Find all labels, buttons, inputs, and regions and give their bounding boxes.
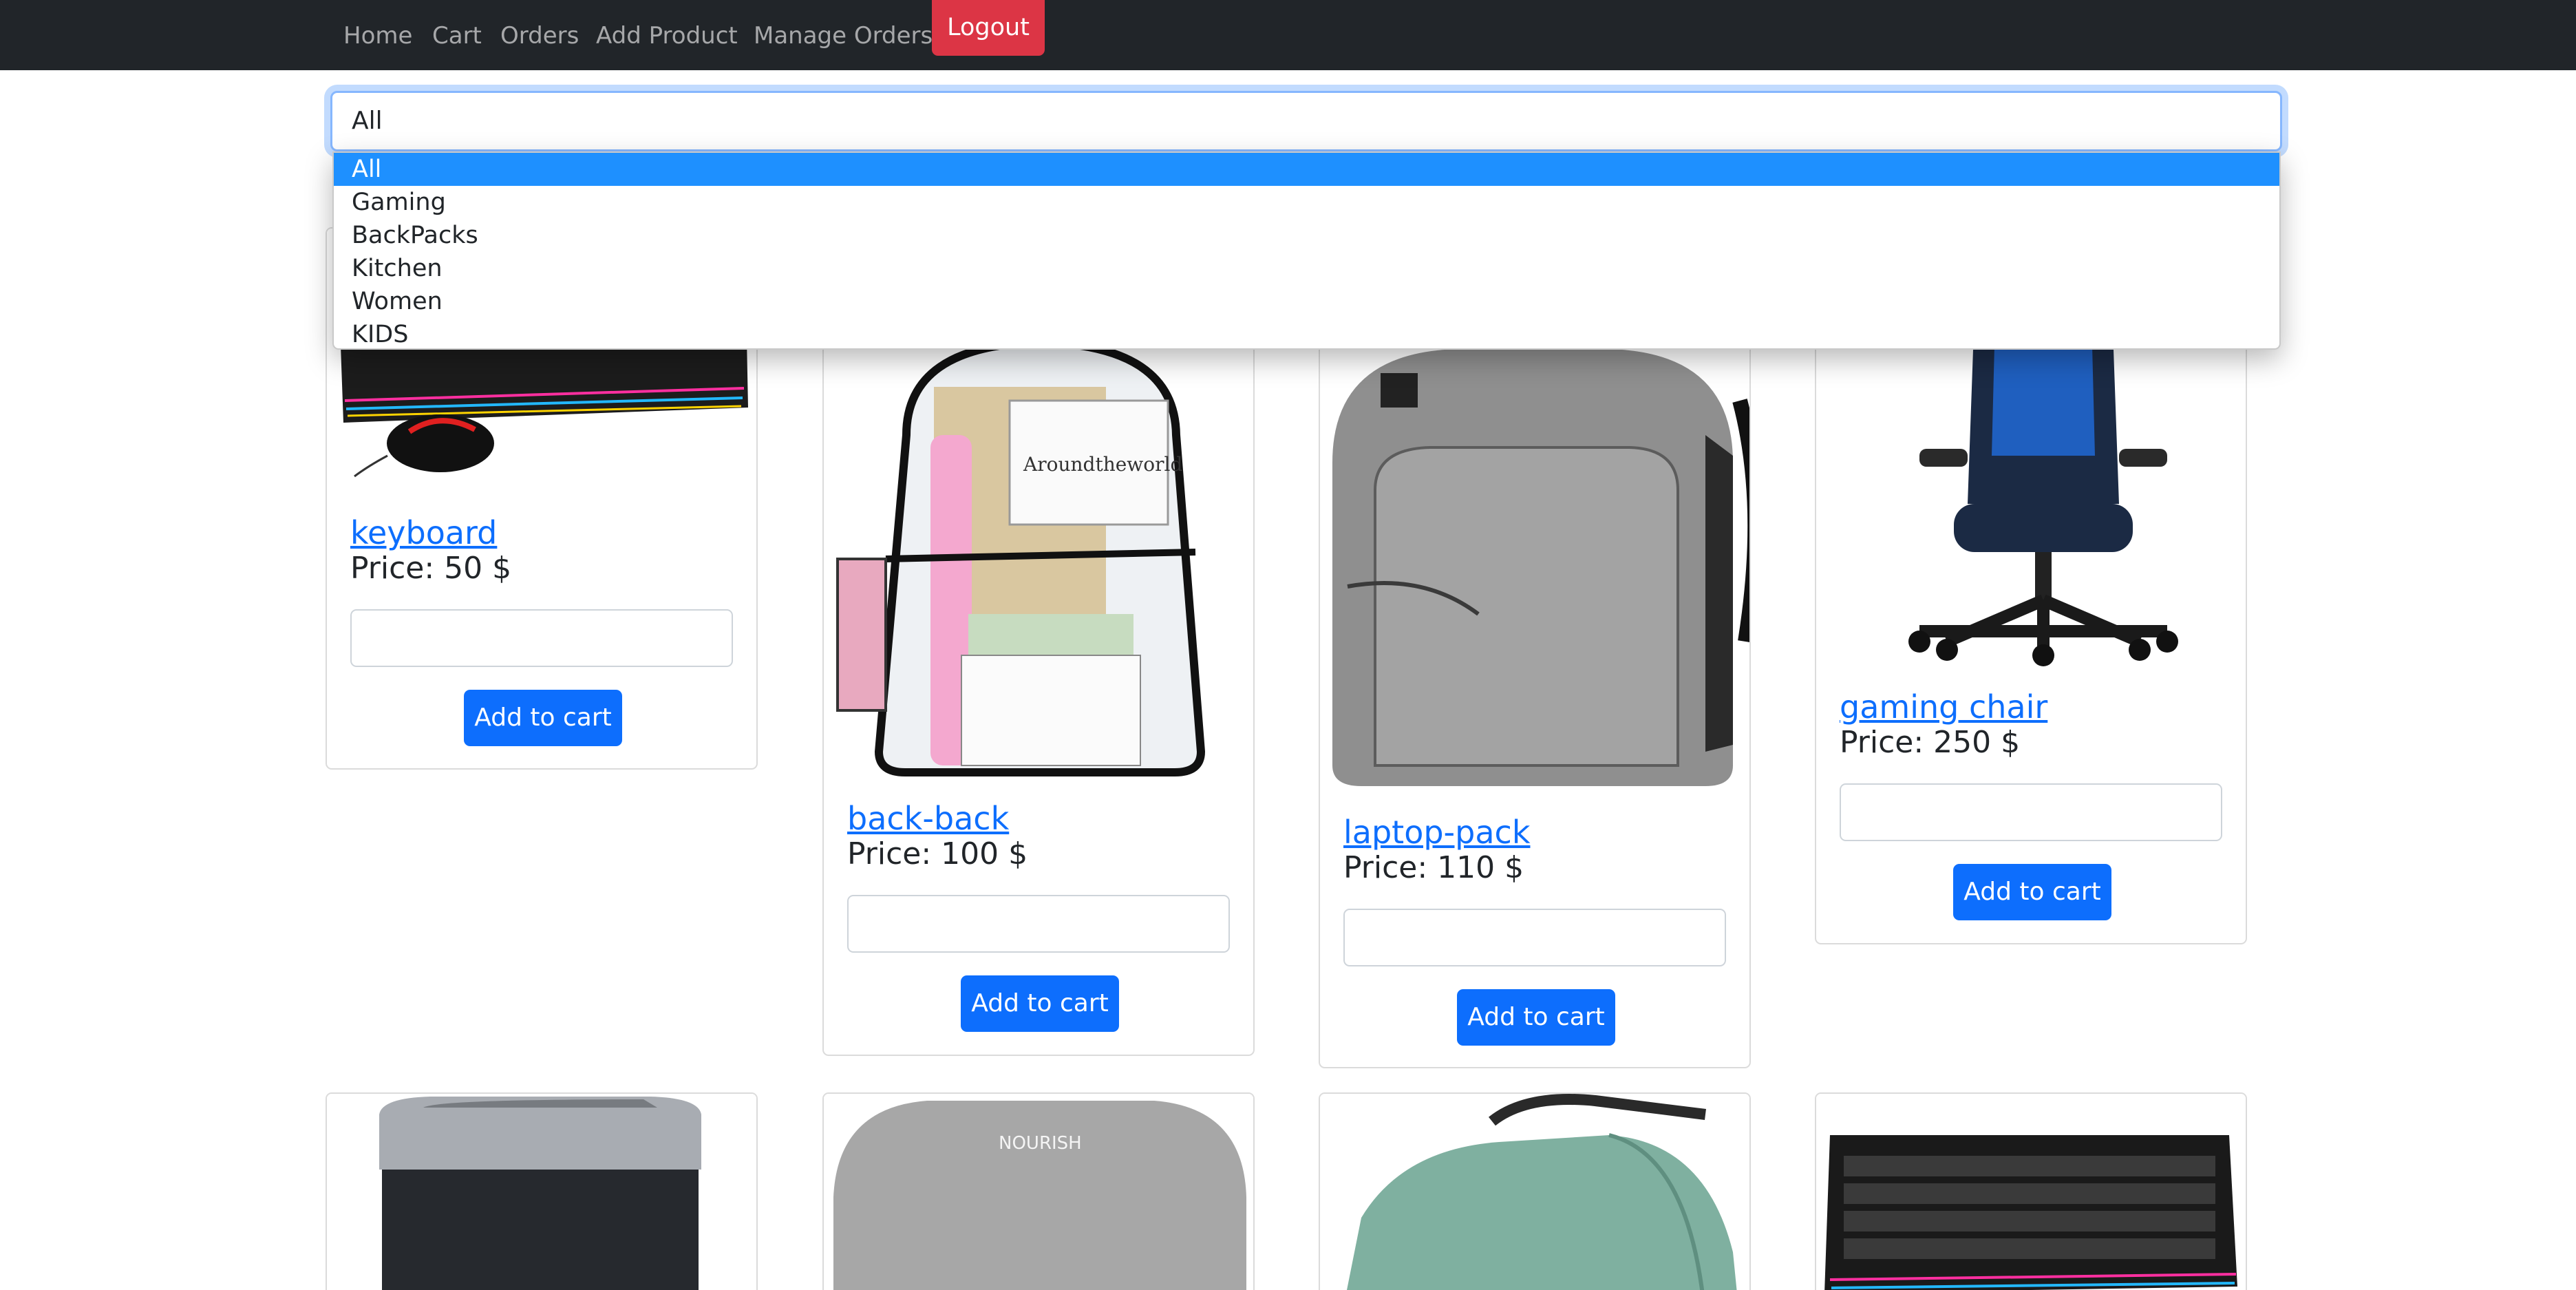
green-backpack-image bbox=[1320, 1094, 1749, 1290]
product-title-link[interactable]: keyboard bbox=[350, 514, 497, 551]
product-card: NOURISH bbox=[822, 1092, 1255, 1290]
kitchen-bin-image bbox=[327, 1094, 756, 1290]
scale-logo: NOURISH bbox=[999, 1133, 1082, 1154]
product-title-link[interactable]: back-back bbox=[847, 800, 1009, 837]
product-price: Price: 250 $ bbox=[1840, 725, 2021, 760]
product-card bbox=[1815, 1092, 2247, 1290]
nav-home-link[interactable]: Home bbox=[343, 15, 412, 56]
product-title-link[interactable]: gaming chair bbox=[1840, 688, 2047, 726]
nav-orders-link[interactable]: Orders bbox=[500, 15, 579, 56]
quantity-input[interactable] bbox=[847, 895, 1230, 953]
option-backpacks[interactable]: BackPacks bbox=[334, 219, 2279, 252]
keyboard-mouse-image bbox=[1816, 1094, 2246, 1290]
product-card: laptop-pack Price: 110 $ Add to cart bbox=[1319, 227, 1751, 1068]
option-all[interactable]: All bbox=[334, 153, 2279, 186]
product-title-link[interactable]: laptop-pack bbox=[1343, 814, 1530, 851]
option-women[interactable]: Women bbox=[334, 285, 2279, 318]
nav-cart-link[interactable]: Cart bbox=[432, 15, 482, 56]
product-price: Price: 50 $ bbox=[350, 551, 512, 586]
add-to-cart-button[interactable]: Add to cart bbox=[1457, 989, 1615, 1046]
navbar: Home Cart Orders Add Product Manage Orde… bbox=[0, 0, 2576, 70]
logout-button[interactable]: Logout bbox=[932, 0, 1045, 56]
scale-image: NOURISH bbox=[824, 1094, 1253, 1290]
nav-manage-orders-link[interactable]: Manage Orders bbox=[754, 15, 933, 56]
product-card bbox=[326, 1092, 758, 1290]
nav-add-product-link[interactable]: Add Product bbox=[596, 15, 738, 56]
option-gaming[interactable]: Gaming bbox=[334, 186, 2279, 219]
option-kids[interactable]: KIDS bbox=[334, 318, 2279, 348]
product-card: Aroundtheworld back-back Price: 100 $ Ad… bbox=[822, 227, 1255, 1056]
quantity-input[interactable] bbox=[1840, 783, 2222, 841]
add-to-cart-button[interactable]: Add to cart bbox=[464, 690, 622, 746]
quantity-input[interactable] bbox=[1343, 909, 1726, 966]
product-card bbox=[1319, 1092, 1751, 1290]
quantity-input[interactable] bbox=[350, 609, 733, 667]
svg-text:Aroundtheworld: Aroundtheworld bbox=[1023, 453, 1182, 476]
category-select[interactable]: All bbox=[330, 91, 2282, 151]
add-to-cart-button[interactable]: Add to cart bbox=[1953, 864, 2111, 920]
product-price: Price: 110 $ bbox=[1343, 850, 1524, 885]
option-kitchen[interactable]: Kitchen bbox=[334, 252, 2279, 285]
category-dropdown: All Gaming BackPacks Kitchen Women KIDS bbox=[332, 151, 2281, 350]
add-to-cart-button[interactable]: Add to cart bbox=[961, 975, 1119, 1032]
product-price: Price: 100 $ bbox=[847, 836, 1028, 871]
